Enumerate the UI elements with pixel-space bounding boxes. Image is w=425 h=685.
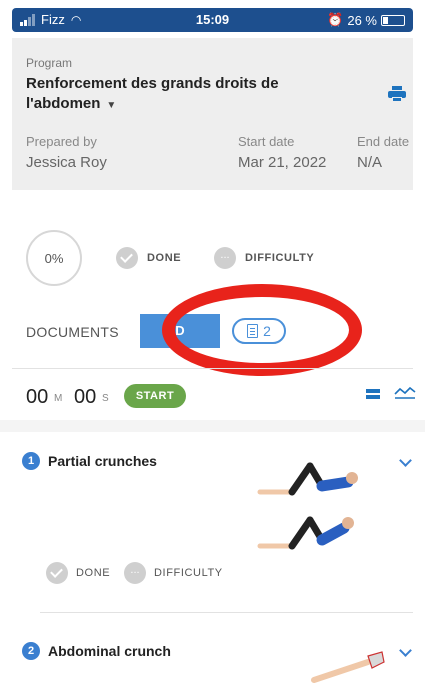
exercise-number-badge: 1 [22, 452, 40, 470]
document-icon [247, 324, 259, 338]
exercise-difficulty-label[interactable]: DIFFICULTY [154, 567, 223, 579]
battery-icon [381, 14, 405, 26]
documents-count: 2 [263, 323, 271, 339]
exercise-done-icon[interactable] [46, 562, 68, 584]
done-label[interactable]: DONE [147, 252, 181, 264]
documents-label: DOCUMENTS [26, 324, 119, 340]
prepared-by-value: Jessica Roy [26, 154, 107, 171]
prepared-by-label: Prepared by [26, 134, 97, 149]
start-button[interactable]: START [124, 384, 186, 408]
chevron-down-icon[interactable] [399, 454, 412, 467]
end-date-value: N/A [357, 154, 383, 171]
end-date-label: End date [357, 134, 410, 149]
list-view-icon[interactable] [366, 389, 380, 399]
chevron-down-icon[interactable] [399, 644, 412, 657]
divider [40, 612, 413, 613]
documents-count-button[interactable]: 2 [232, 318, 286, 344]
difficulty-icon[interactable]: ... [214, 247, 236, 269]
divider [12, 368, 413, 369]
exercise-difficulty-icon[interactable]: ... [124, 562, 146, 584]
status-right: ⏰ 26 % [327, 12, 405, 28]
alarm-icon: ⏰ [327, 12, 344, 27]
exercise-image-abdominal-crunch [311, 651, 385, 683]
section-separator [0, 420, 425, 432]
program-title: Renforcement des grands droits de l'abdo… [26, 75, 279, 112]
exercise-done-label[interactable]: DONE [76, 567, 110, 579]
chevron-down-icon: ▼ [106, 100, 117, 111]
program-header: Program Renforcement des grands droits d… [12, 38, 413, 190]
program-title-dropdown[interactable]: Renforcement des grands droits de l'abdo… [26, 74, 326, 116]
start-date-value: Mar 21, 2022 [238, 154, 327, 171]
battery-percent: 26 % [347, 12, 377, 28]
done-check-icon[interactable] [116, 247, 138, 269]
status-bar: Fizz ◠ 15:09 ⏰ 26 % [12, 8, 413, 32]
exercise-number-badge: 2 [22, 642, 40, 660]
program-label: Program [26, 56, 73, 70]
exercise-image-crunch-2 [257, 516, 354, 550]
timer-seconds: 00 [74, 386, 97, 408]
exercise-image-crunch-1 [257, 462, 358, 496]
progress-ring: 0% [26, 230, 82, 286]
exercise-title[interactable]: Abdominal crunch [48, 643, 171, 659]
exercise-title[interactable]: Partial crunches [48, 453, 157, 469]
difficulty-label[interactable]: DIFFICULTY [245, 252, 314, 264]
start-date-label: Start date [238, 134, 295, 149]
progress-percent: 0% [44, 250, 64, 266]
chart-view-icon[interactable] [394, 384, 416, 400]
printer-icon[interactable] [388, 86, 406, 102]
timer-seconds-unit: S [102, 393, 109, 404]
documents-tab[interactable]: D [140, 314, 220, 348]
timer-minutes: 00 [26, 386, 49, 408]
timer-minutes-unit: M [54, 393, 63, 404]
